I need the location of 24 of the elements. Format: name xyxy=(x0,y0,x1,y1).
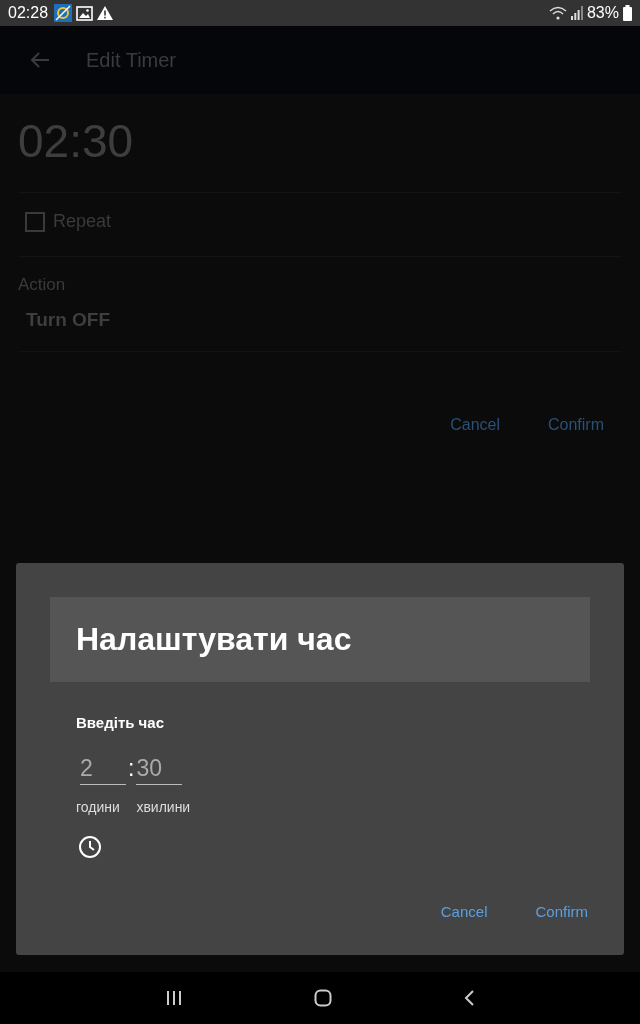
home-icon[interactable] xyxy=(314,989,332,1007)
image-icon xyxy=(76,5,94,21)
app-notification-icon xyxy=(54,4,73,22)
dialog-action-button[interactable]: Cancel xyxy=(448,412,502,438)
minutes-field[interactable]: 30 xyxy=(136,753,183,785)
wifi-icon xyxy=(548,6,567,20)
dialog-title: Налаштувати час xyxy=(76,621,352,658)
recent-apps-icon[interactable] xyxy=(166,990,182,1006)
repeat-checkbox[interactable] xyxy=(25,211,45,232)
status-time: 02:28 xyxy=(8,4,49,22)
back-icon[interactable] xyxy=(464,990,474,1006)
signal-icon xyxy=(570,6,583,20)
hours-field[interactable]: 2 xyxy=(80,753,126,785)
minutes-label: хвилини xyxy=(136,799,191,815)
dialog-action-button[interactable]: Cancel xyxy=(438,899,490,924)
battery-icon xyxy=(623,5,632,21)
hours-label: години xyxy=(76,799,121,815)
enter-time-label: Введіть час xyxy=(76,714,165,731)
warning-icon xyxy=(97,6,114,20)
battery-percentage: 83% xyxy=(586,4,619,22)
clock-icon[interactable] xyxy=(78,835,102,859)
dialog-action-button[interactable]: Confirm xyxy=(546,412,606,438)
dialog-action-button[interactable]: Confirm xyxy=(533,899,590,924)
time-separator: : xyxy=(127,754,136,782)
